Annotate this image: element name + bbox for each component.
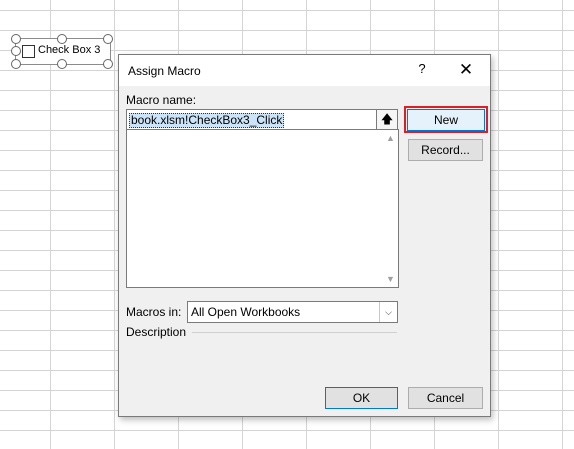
macros-in-dropdown[interactable]: All Open Workbooks ⌵ [187, 301, 398, 323]
cancel-button[interactable]: Cancel [408, 387, 483, 409]
resize-handle-top-left[interactable] [11, 34, 21, 44]
chevron-down-icon[interactable]: ⌵ [379, 302, 397, 322]
macro-list[interactable]: ▲ ▼ [126, 129, 399, 288]
resize-handle-bottom-left[interactable] [11, 59, 21, 69]
resize-handle-bottom-middle[interactable] [57, 59, 67, 69]
scroll-up-arrow-icon[interactable]: ▲ [386, 133, 395, 143]
resize-handle-top-middle[interactable] [57, 34, 67, 44]
description-divider [192, 332, 397, 333]
macros-in-value: All Open Workbooks [191, 305, 301, 319]
assign-macro-dialog: Assign Macro ? ✕ Macro name: book.xlsm!C… [118, 54, 491, 417]
help-icon[interactable]: ? [413, 61, 431, 79]
arrow-up-icon: 🡅 [380, 112, 394, 126]
checkbox-square[interactable] [22, 45, 35, 58]
macros-in-label: Macros in: [126, 305, 182, 319]
description-label: Description [126, 325, 187, 339]
checkbox-label: Check Box 3 [38, 44, 101, 56]
macro-name-label: Macro name: [126, 93, 197, 107]
resize-handle-bottom-right[interactable] [103, 59, 113, 69]
macro-name-value: book.xlsm!CheckBox3_Click [129, 113, 285, 128]
dialog-title: Assign Macro [128, 64, 201, 78]
macro-name-input[interactable]: book.xlsm!CheckBox3_Click [126, 109, 381, 130]
macro-list-scrollbar[interactable]: ▲ ▼ [383, 130, 398, 287]
ok-button[interactable]: OK [325, 387, 398, 409]
collapse-dialog-button[interactable]: 🡅 [376, 109, 398, 130]
resize-handle-left-middle[interactable] [11, 46, 21, 56]
resize-handle-top-right[interactable] [103, 34, 113, 44]
scroll-down-arrow-icon[interactable]: ▼ [386, 274, 395, 284]
record-button[interactable]: Record... [408, 139, 483, 161]
new-button-highlight [404, 106, 488, 133]
dialog-titlebar[interactable]: Assign Macro ? ✕ [119, 55, 490, 86]
close-icon[interactable]: ✕ [455, 59, 477, 81]
